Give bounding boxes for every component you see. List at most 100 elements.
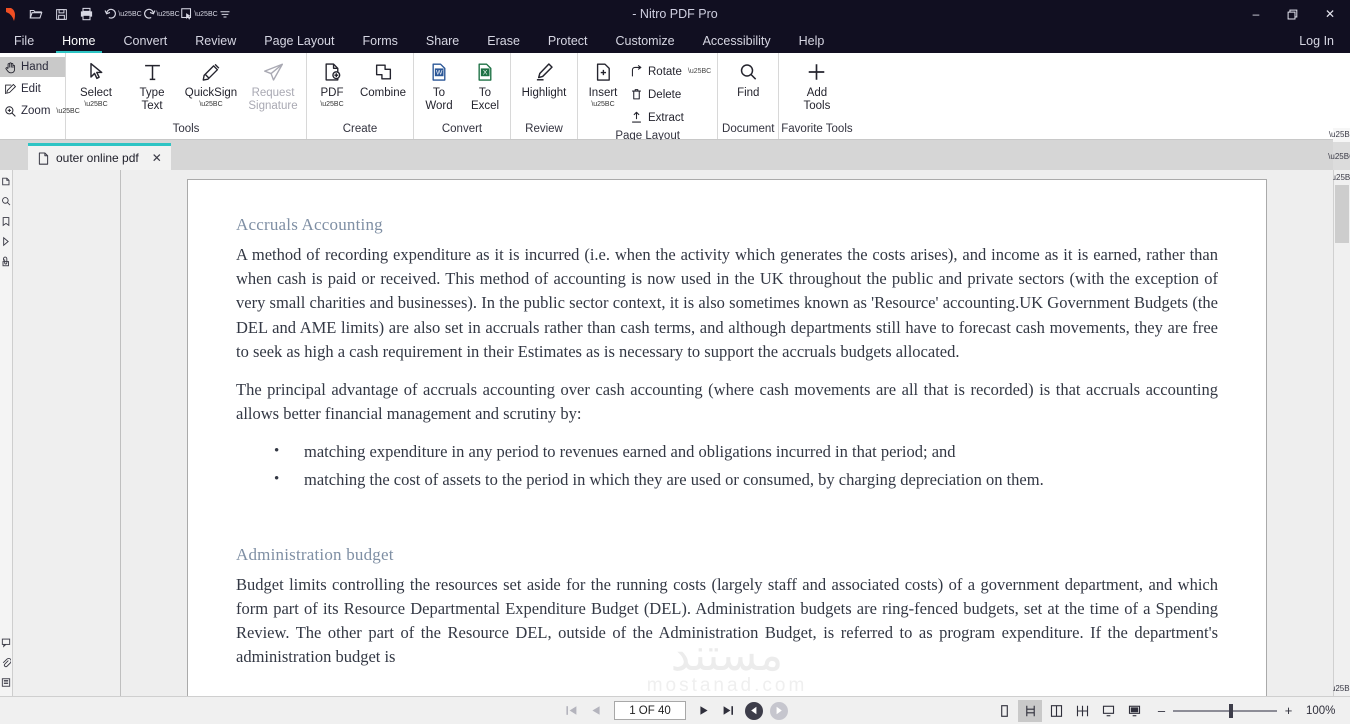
create-pdf-label: PDF [320, 87, 344, 99]
presentation-view-button[interactable] [1122, 700, 1146, 722]
create-pdf-button[interactable]: PDF \u25BC [309, 59, 355, 108]
highlighter-icon [534, 59, 554, 85]
attachments-icon[interactable] [1, 256, 11, 267]
create-pdf-dropdown-caret[interactable]: \u25BC [320, 101, 343, 108]
two-page-view-button[interactable] [1044, 700, 1068, 722]
redo-dropdown-caret[interactable]: \u25BC [156, 2, 179, 26]
group-label-convert: Convert [441, 123, 483, 135]
menu-item-file[interactable]: File [0, 28, 48, 53]
open-icon[interactable] [24, 2, 48, 26]
document-tab-close-icon[interactable]: ✕ [152, 151, 162, 165]
insert-pages-button[interactable]: Insert \u25BC [580, 59, 626, 108]
select-button[interactable]: Select \u25BC [68, 59, 124, 108]
extract-pages-button[interactable]: Extract [626, 107, 715, 128]
quicksign-button[interactable]: QuickSign \u25BC [180, 59, 242, 108]
highlight-label: Highlight [521, 87, 567, 99]
undo-dropdown-caret[interactable]: \u25BC [118, 2, 141, 26]
plus-icon [806, 59, 827, 85]
vertical-scrollbar[interactable]: \u25B2 \u25BC [1329, 170, 1350, 696]
ribbon-collapse-up-icon[interactable]: \u25B2 [1329, 128, 1350, 142]
page-number-field[interactable]: 1 OF 40 [614, 701, 686, 720]
rotate-dropdown-caret[interactable]: \u25BC [688, 68, 711, 75]
document-tab[interactable]: outer online pdf ✕ [28, 143, 171, 170]
mode-edit[interactable]: Edit [0, 79, 65, 99]
combine-button[interactable]: Combine [355, 59, 411, 100]
zoom-out-button[interactable]: – [1156, 703, 1167, 718]
zoom-in-button[interactable]: + [1283, 703, 1294, 718]
scroll-thumb[interactable] [1335, 185, 1349, 243]
menu-item-erase[interactable]: Erase [473, 28, 534, 53]
to-word-button[interactable]: W To Word [416, 59, 462, 113]
menu-item-protect[interactable]: Protect [534, 28, 602, 53]
insert-pages-dropdown-caret[interactable]: \u25BC [591, 101, 614, 108]
page-thumbnails-icon[interactable] [1, 176, 11, 187]
type-text-button[interactable]: Type Text [124, 59, 180, 113]
menu-item-customize[interactable]: Customize [602, 28, 689, 53]
document-tab-strip: outer online pdf ✕ ▼ [0, 140, 1350, 170]
navigate-back-button[interactable] [745, 701, 763, 720]
customize-qat-icon[interactable] [213, 2, 237, 26]
ribbon-group-review: Highlight Review [511, 53, 578, 139]
quicksign-dropdown-caret[interactable]: \u25BC [199, 101, 222, 108]
cursor-arrow-icon [87, 59, 105, 85]
menu-item-home[interactable]: Home [48, 28, 109, 53]
bookmarks-icon[interactable] [1, 216, 11, 227]
title-bar: \u25BC \u25BC \u25BC - Nitro PDF Pro – ✕ [0, 0, 1350, 28]
single-page-view-button[interactable] [992, 700, 1016, 722]
extract-label: Extract [648, 111, 684, 124]
previous-page-button[interactable] [586, 700, 606, 722]
scroll-up-arrow[interactable]: \u25B2 [1329, 170, 1350, 185]
add-tools-button[interactable]: Add Tools [786, 59, 848, 113]
excel-document-icon: X [476, 59, 495, 85]
search-icon[interactable] [1, 196, 11, 207]
comments-icon[interactable] [1, 637, 11, 648]
menu-item-accessibility[interactable]: Accessibility [689, 28, 785, 53]
menu-item-forms[interactable]: Forms [348, 28, 411, 53]
find-button[interactable]: Find [720, 59, 776, 100]
next-page-button[interactable] [694, 700, 714, 722]
print-icon[interactable] [74, 2, 98, 26]
menu-item-convert[interactable]: Convert [110, 28, 182, 53]
quicksign-label: QuickSign [184, 87, 238, 99]
layers-icon[interactable] [1, 677, 11, 688]
page-content: Accruals Accounting A method of recordin… [236, 215, 1218, 670]
menu-item-page-layout[interactable]: Page Layout [250, 28, 348, 53]
mode-zoom[interactable]: Zoom \u25BC [0, 101, 80, 121]
minimize-button[interactable]: – [1238, 0, 1274, 28]
close-button[interactable]: ✕ [1310, 0, 1350, 28]
log-in-button[interactable]: Log In [1283, 28, 1350, 53]
section-heading-accruals: Accruals Accounting [236, 215, 383, 234]
scroll-track[interactable] [1334, 185, 1350, 681]
delete-pages-button[interactable]: Delete [626, 84, 715, 105]
highlight-button[interactable]: Highlight [513, 59, 575, 100]
paperclip-icon[interactable] [1, 657, 11, 668]
document-viewport[interactable]: مستند mostanad.com Accruals Accounting A… [121, 170, 1333, 696]
zoom-slider[interactable] [1173, 703, 1277, 718]
tool-dropdown-caret[interactable]: \u25BC [194, 2, 217, 26]
navigate-forward-button[interactable] [770, 701, 788, 720]
zoom-slider-thumb[interactable] [1229, 703, 1233, 718]
last-page-button[interactable] [718, 700, 738, 722]
two-page-continuous-view-button[interactable] [1070, 700, 1094, 722]
continuous-page-view-button[interactable] [1018, 699, 1042, 722]
group-label-favorite-tools: Favorite Tools [781, 123, 853, 135]
save-icon[interactable] [49, 2, 73, 26]
group-label-review: Review [525, 123, 563, 135]
ribbon-collapse-down-icon[interactable]: \u25BC [1328, 142, 1350, 170]
select-dropdown-caret[interactable]: \u25BC [84, 101, 107, 108]
restore-button[interactable] [1274, 0, 1310, 28]
menu-item-help[interactable]: Help [785, 28, 839, 53]
rotate-pages-button[interactable]: Rotate \u25BC [626, 61, 715, 82]
ribbon-mode-group: Hand Edit Zoom \u25BC [0, 53, 80, 139]
mode-hand[interactable]: Hand [0, 57, 65, 77]
fit-page-view-button[interactable] [1096, 700, 1120, 722]
thumbnail-pane[interactable] [13, 170, 121, 696]
menu-item-share[interactable]: Share [412, 28, 473, 53]
scroll-down-arrow[interactable]: \u25BC [1329, 681, 1350, 696]
first-page-button[interactable] [562, 700, 582, 722]
chevron-right-icon[interactable] [1, 236, 11, 247]
to-excel-button[interactable]: X To Excel [462, 59, 508, 113]
menu-item-review[interactable]: Review [181, 28, 250, 53]
ribbon-toolbar: Hand Edit Zoom \u25BC Select \u25BC Type… [0, 53, 1350, 142]
ribbon-group-convert: W To Word X To Excel Convert [414, 53, 511, 139]
